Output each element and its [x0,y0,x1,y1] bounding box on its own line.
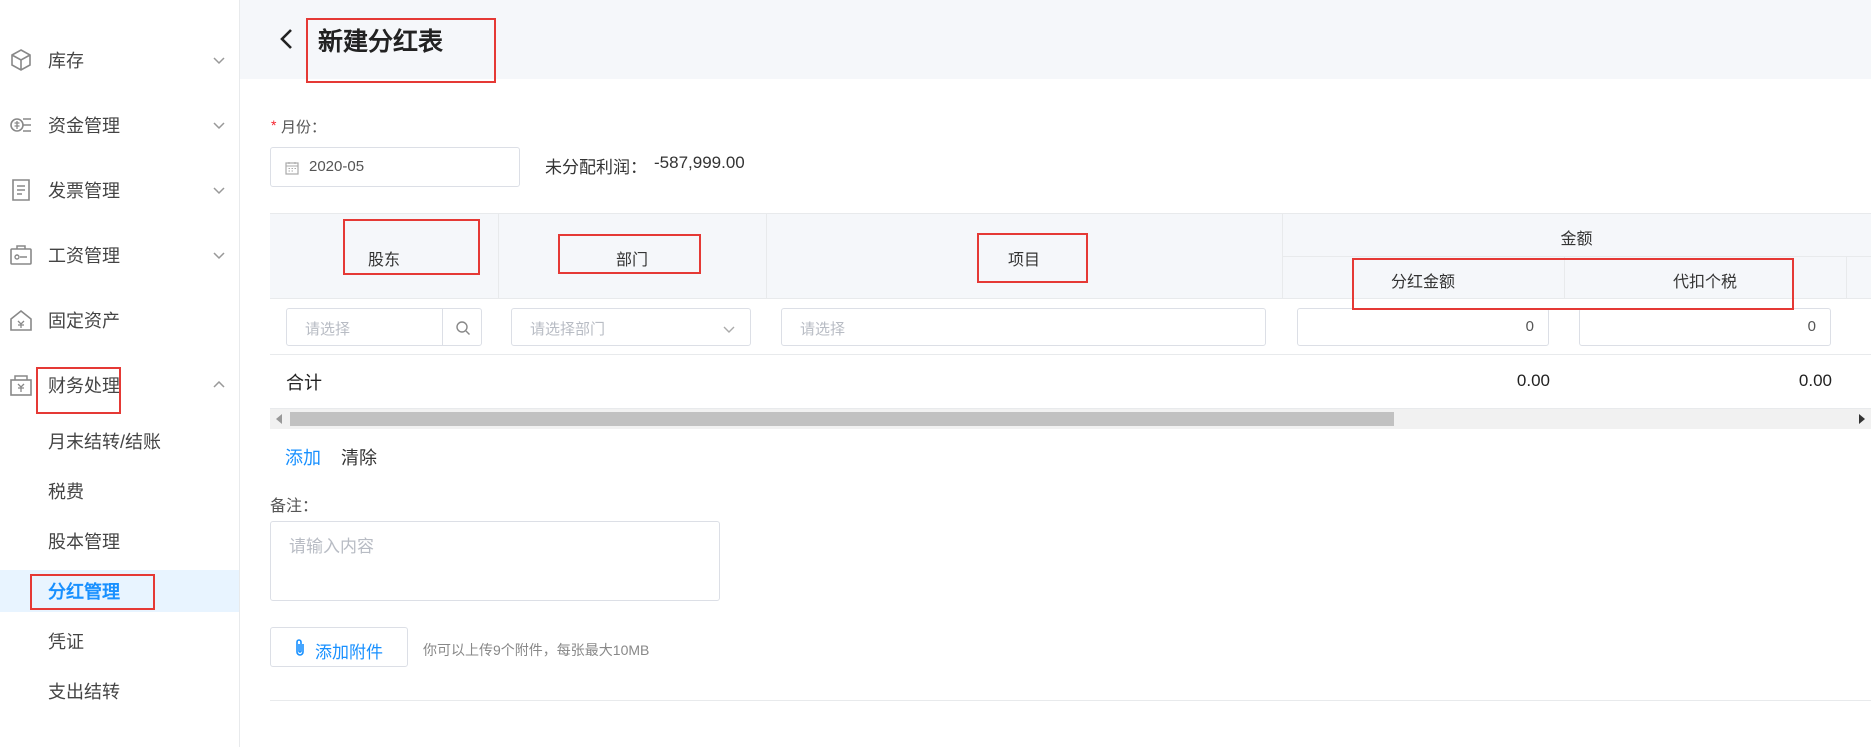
sidebar-item-payroll[interactable]: 工资管理 [0,235,239,275]
month-date-picker[interactable]: 2020-05 [270,147,520,187]
search-icon [456,321,470,335]
sidebar-subitem-label: 支出结转 [48,682,120,702]
sidebar-subitem-vouchers[interactable]: 凭证 [0,620,239,662]
chevron-down-icon [213,252,225,260]
sidebar-item-label: 固定资产 [48,311,120,331]
project-placeholder: 请选择 [800,321,846,338]
horizontal-scrollbar[interactable] [270,409,1871,429]
scroll-left-arrow-icon[interactable] [274,413,284,425]
chevron-down-icon [213,57,225,65]
attachment-hint: 你可以上传9个附件，每张最大10MB [423,642,650,658]
shareholder-search-button[interactable] [442,308,482,346]
add-attachment-label: 添加附件 [315,643,383,662]
finance-icon [10,375,32,396]
wallet-icon [10,245,32,265]
scroll-right-arrow-icon[interactable] [1857,413,1867,425]
house-icon [10,309,32,331]
withheld-tax-value: 0 [1807,318,1816,335]
shareholder-select[interactable]: 请选择 [286,308,443,346]
paperclip-icon [296,639,304,656]
add-attachment-button[interactable]: 添加附件 [270,627,408,667]
scrollbar-thumb[interactable] [290,412,1394,426]
sidebar-item-label: 库存 [48,51,84,71]
remark-label: 备注： [270,498,319,515]
annotation-box [1352,258,1794,310]
month-value: 2020-05 [309,158,365,175]
sidebar-item-label: 发票管理 [48,181,120,201]
header-sub-divider [1282,256,1871,257]
sidebar-item-inventory[interactable]: 库存 [0,40,239,80]
total-dividend-amount: 0.00 [1516,371,1550,390]
annotation-box [36,367,121,414]
receipt-icon [12,179,30,201]
department-placeholder: 请选择部门 [530,321,606,338]
annotation-box [558,234,701,274]
sidebar-subitem-expense-carryover[interactable]: 支出结转 [0,670,239,712]
chevron-down-icon [213,122,225,130]
total-withheld-tax: 0.00 [1798,371,1832,390]
calendar-icon [285,162,299,175]
annotation-box [306,18,496,83]
undistributed-profit-label: 未分配利润： [545,158,647,177]
sidebar-subitem-label: 月末结转/结账 [48,432,162,452]
sidebar-subitem-label: 凭证 [48,632,84,652]
clear-rows-link[interactable]: 清除 [341,444,377,470]
back-arrow-icon[interactable] [276,26,298,52]
sidebar-item-invoices[interactable]: 发票管理 [0,170,239,210]
sidebar-item-funds[interactable]: 资金管理 [0,105,239,145]
dividend-amount-input[interactable]: 0 [1297,308,1549,346]
withheld-tax-input[interactable]: 0 [1579,308,1831,346]
sidebar-item-label: 资金管理 [48,116,120,136]
required-mark: * [271,117,277,133]
undistributed-profit-value: -587,999.00 [654,153,745,172]
remark-textarea[interactable]: 请输入内容 [270,521,720,601]
total-label: 合计 [286,373,322,393]
shareholder-placeholder: 请选择 [305,321,351,338]
divider [270,700,1871,701]
add-row-link[interactable]: 添加 [285,444,321,470]
project-select[interactable]: 请选择 [781,308,1266,346]
sidebar-item-label: 工资管理 [48,246,120,266]
chevron-down-icon [213,187,225,195]
app-window: 库存 资金管理 发票管理 工资管理 固定资产 财务处理 月末结转/结账 税费 股… [0,0,1871,747]
annotation-box [977,233,1088,283]
column-divider [1846,256,1847,300]
sidebar-subitem-taxes[interactable]: 税费 [0,470,239,512]
money-icon [10,118,31,132]
sidebar-subitem-equity[interactable]: 股本管理 [0,520,239,562]
sidebar-subitem-label: 税费 [48,482,84,502]
box-icon [11,49,31,71]
sidebar-subitem-month-end[interactable]: 月末结转/结账 [0,420,239,462]
remark-placeholder: 请输入内容 [289,537,374,556]
sidebar-subitem-label: 股本管理 [48,532,120,552]
chevron-up-icon [213,380,225,388]
annotation-box [30,574,155,610]
sidebar-item-fixed-assets[interactable]: 固定资产 [0,300,239,340]
col-header-amount: 金额 [1560,231,1593,248]
department-select[interactable]: 请选择部门 [511,308,751,346]
annotation-box [343,219,480,275]
chevron-down-icon [723,326,735,333]
table-total-row: 合计 0.00 0.00 [270,355,1871,409]
dividend-amount-value: 0 [1525,318,1534,335]
month-label: 月份： [281,119,327,136]
